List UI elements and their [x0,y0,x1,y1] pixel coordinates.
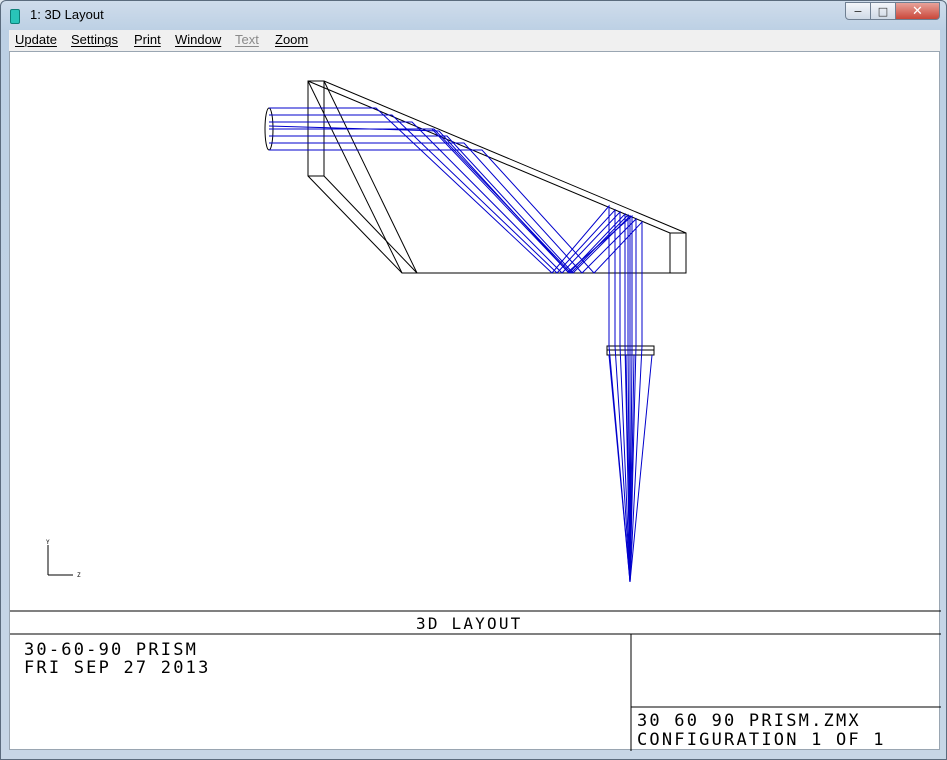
file-name: 30 60 90 PRISM.ZMX [637,711,861,731]
menu-settings[interactable]: Settings [71,32,118,47]
minimize-icon: − [853,4,863,18]
plot-date: FRI SEP 27 2013 [24,658,211,678]
title-bar[interactable]: 1: 3D Layout − □ ✕ [1,1,946,30]
axis-y-label: Y [46,539,50,546]
layout-canvas[interactable]: Y Z 3D LAYOUT 30-60-90 PRISM FRI SEP 27 … [9,51,941,751]
menu-bar: Update Settings Print Window Text Zoom [9,30,940,52]
maximize-button[interactable]: □ [870,2,896,20]
zemax-3d-layout-window: 1: 3D Layout − □ ✕ Update Settings Print… [0,0,947,760]
prism-outline [307,80,687,274]
menu-update[interactable]: Update [15,32,57,47]
minimize-button[interactable]: − [845,2,871,20]
window-title: 1: 3D Layout [30,7,104,22]
menu-print[interactable]: Print [134,32,161,47]
layout-plot: Y Z 3D LAYOUT 30-60-90 PRISM FRI SEP 27 … [10,80,941,751]
maximize-icon: □ [877,4,889,18]
plot-title: 3D LAYOUT [416,614,523,633]
close-icon: ✕ [912,3,923,19]
menu-window[interactable]: Window [175,32,221,47]
configuration-label: CONFIGURATION 1 OF 1 [637,730,886,750]
prism-front-face [307,80,687,274]
app-icon [10,9,20,24]
menu-zoom[interactable]: Zoom [275,32,308,47]
menu-text[interactable]: Text [235,32,259,47]
axis-z-label: Z [77,572,81,579]
lens-name: 30-60-90 PRISM [24,640,198,660]
close-button[interactable]: ✕ [895,2,940,20]
axes-glyph [47,545,73,576]
